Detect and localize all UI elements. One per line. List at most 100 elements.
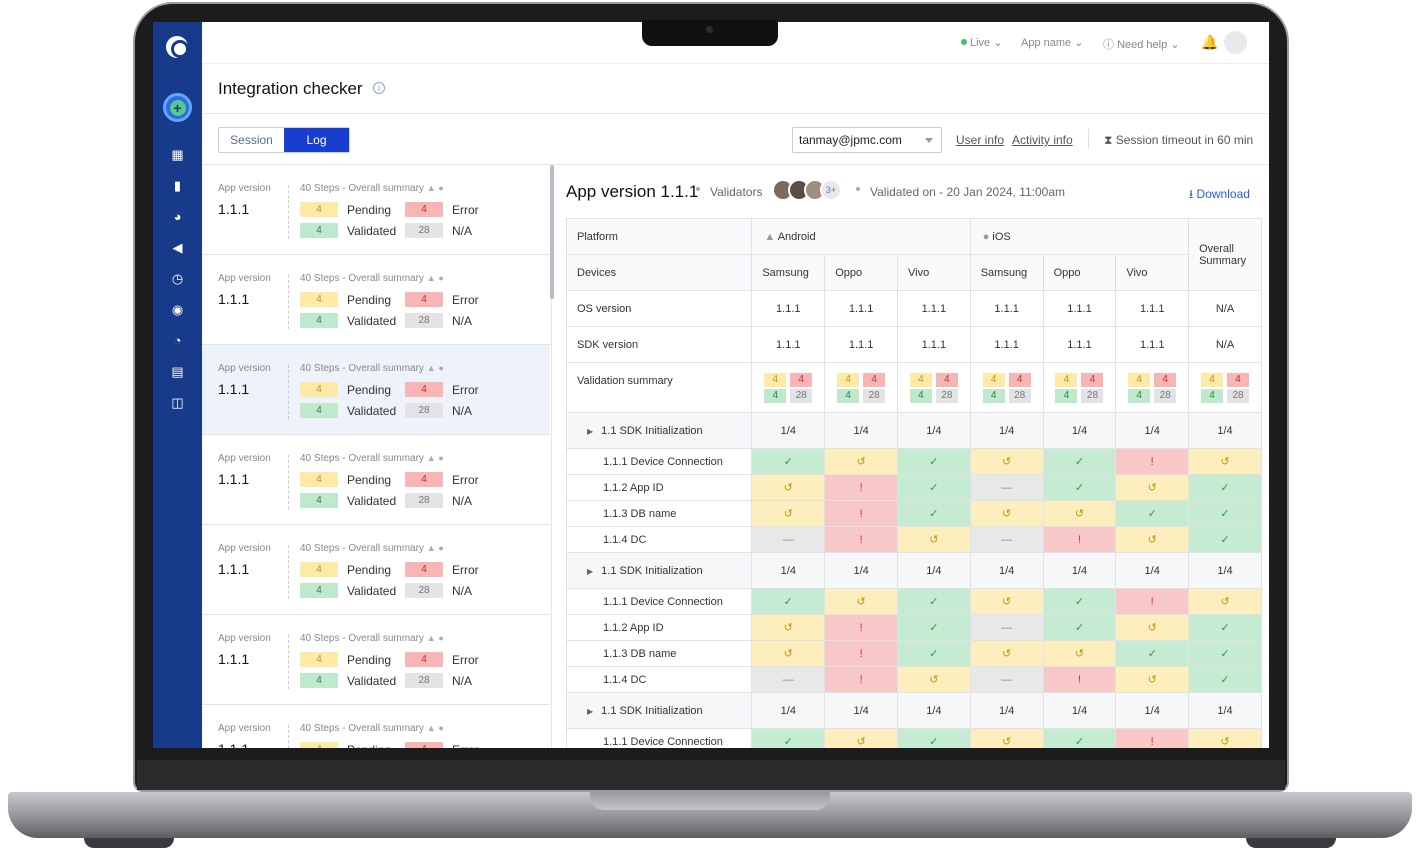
status-cell[interactable]: ✓ [1042,728,1117,748]
status-cell[interactable]: ✓ [896,614,971,641]
status-cell[interactable]: ! [824,666,898,693]
app-name-dropdown[interactable]: App name ⌄ [1021,36,1083,49]
status-cell[interactable]: ↺ [1115,474,1190,501]
bell-icon[interactable]: 🔔 [1201,34,1218,51]
status-cell[interactable]: ↺ [824,728,898,748]
log-list-item[interactable]: App version 1.1.1 40 Steps - Overall sum… [202,705,550,748]
status-cell[interactable]: ↺ [824,588,898,615]
status-cell[interactable]: ✓ [1042,448,1117,475]
status-cell[interactable]: ! [824,640,898,667]
status-cell[interactable]: ✓ [896,588,971,615]
status-cell[interactable]: ✓ [1042,474,1117,501]
status-cell[interactable]: ✓ [1188,666,1262,693]
status-cell[interactable]: ✓ [751,588,826,615]
timer-icon[interactable]: ◷ [170,271,185,286]
status-cell[interactable]: — [751,666,826,693]
status-cell[interactable]: — [969,666,1044,693]
group-label[interactable]: ▶ 1.1 SDK Initialization [565,412,753,449]
bar-chart-icon[interactable]: ▮ [170,178,185,193]
info-icon[interactable]: i [373,82,385,94]
status-cell[interactable]: ↺ [1115,666,1190,693]
status-cell[interactable]: ↺ [751,614,826,641]
status-cell[interactable]: ✓ [1042,588,1117,615]
live-status[interactable]: Live ⌄ [961,36,1002,49]
status-cell[interactable]: ↺ [1115,614,1190,641]
pie-chart-icon[interactable]: ◕ [170,209,185,224]
status-cell[interactable]: ✓ [1188,614,1262,641]
status-cell[interactable]: ✓ [1115,500,1190,527]
avatar[interactable] [1224,31,1247,54]
status-cell[interactable]: ↺ [824,448,898,475]
status-cell[interactable]: ↺ [969,728,1044,748]
status-cell[interactable]: ↺ [751,474,826,501]
status-cell[interactable]: ✓ [1188,640,1262,667]
log-list-item[interactable]: App version 1.1.1 40 Steps - Overall sum… [202,525,550,615]
status-cell[interactable]: ↺ [896,666,971,693]
status-cell[interactable]: ↺ [751,500,826,527]
user-info-link[interactable]: User info [956,133,1004,147]
document-icon[interactable]: ▤ [170,364,185,379]
status-cell[interactable]: ✓ [896,728,971,748]
caret-right-icon[interactable]: ▶ [587,567,593,576]
log-list-item[interactable]: App version 1.1.1 40 Steps - Overall sum… [202,345,550,435]
status-cell[interactable]: — [969,474,1044,501]
status-cell[interactable]: ✓ [896,448,971,475]
status-cell[interactable]: ↺ [1042,640,1117,667]
status-cell[interactable]: ↺ [1115,526,1190,553]
download-button[interactable]: ⭳ Download [1189,185,1250,206]
status-cell[interactable]: — [751,526,826,553]
status-cell[interactable]: ! [824,526,898,553]
validators-more[interactable]: 3+ [820,179,842,201]
megaphone-icon[interactable]: ◀ [170,240,185,255]
status-cell[interactable]: ✓ [1042,614,1117,641]
email-select[interactable]: tanmay@jpmc.com [792,127,942,153]
dashboard-icon[interactable]: ▦ [170,147,185,162]
gallery-icon[interactable]: ◫ [170,395,185,410]
caret-right-icon[interactable]: ▶ [587,427,593,436]
status-cell[interactable]: ✓ [1188,500,1262,527]
status-cell[interactable]: ! [824,614,898,641]
user-settings-icon[interactable]: ◉ [170,302,185,317]
analytics-icon[interactable]: ◔ [170,333,185,348]
status-cell[interactable]: ↺ [896,526,971,553]
activity-info-link[interactable]: Activity info [1012,133,1073,147]
status-cell[interactable]: ✓ [1115,640,1190,667]
log-list-item[interactable]: App version 1.1.1 40 Steps - Overall sum… [202,615,550,705]
status-cell[interactable]: ✓ [1188,526,1262,553]
status-cell[interactable]: ↺ [1188,448,1262,475]
status-cell[interactable]: ↺ [751,640,826,667]
status-cell[interactable]: — [969,614,1044,641]
status-cell[interactable]: ↺ [969,588,1044,615]
tab-log[interactable]: Log [284,128,349,152]
group-label[interactable]: ▶ 1.1 SDK Initialization [565,692,753,729]
log-list-item[interactable]: App version 1.1.1 40 Steps - Overall sum… [202,435,550,525]
status-cell[interactable]: ✓ [896,474,971,501]
status-cell[interactable]: ✓ [896,500,971,527]
log-list-item[interactable]: App version 1.1.1 40 Steps - Overall sum… [202,255,550,345]
scrollbar[interactable] [550,165,554,299]
status-cell[interactable]: ! [824,500,898,527]
group-row[interactable]: ▶ 1.1 SDK Initialization 1/4 1/4 1/4 1/4 1/4 1/… [565,552,1262,589]
group-row[interactable]: ▶ 1.1 SDK Initialization 1/4 1/4 1/4 1/4 1/4 1/… [565,692,1262,729]
status-cell[interactable]: ! [1115,588,1190,615]
tab-session[interactable]: Session [219,128,284,152]
status-cell[interactable]: ! [1115,448,1190,475]
status-cell[interactable]: ✓ [896,640,971,667]
status-cell[interactable]: — [969,526,1044,553]
group-row[interactable]: ▶ 1.1 SDK Initialization 1/4 1/4 1/4 1/4 1/4 1/… [565,412,1262,449]
status-cell[interactable]: ! [824,474,898,501]
status-cell[interactable]: ↺ [969,500,1044,527]
status-cell[interactable]: ! [1042,526,1117,553]
status-cell[interactable]: ↺ [1042,500,1117,527]
status-cell[interactable]: ↺ [969,640,1044,667]
help-dropdown[interactable]: ⓘ Need help ⌄ [1103,36,1180,52]
status-cell[interactable]: ↺ [969,448,1044,475]
status-cell[interactable]: ↺ [1188,728,1262,748]
status-cell[interactable]: ↺ [1188,588,1262,615]
status-cell[interactable]: ✓ [751,448,826,475]
add-button[interactable]: + [163,93,192,122]
status-cell[interactable]: ✓ [751,728,826,748]
log-list-item[interactable]: App version 1.1.1 40 Steps - Overall sum… [202,165,550,255]
status-cell[interactable]: ! [1042,666,1117,693]
status-cell[interactable]: ✓ [1188,474,1262,501]
